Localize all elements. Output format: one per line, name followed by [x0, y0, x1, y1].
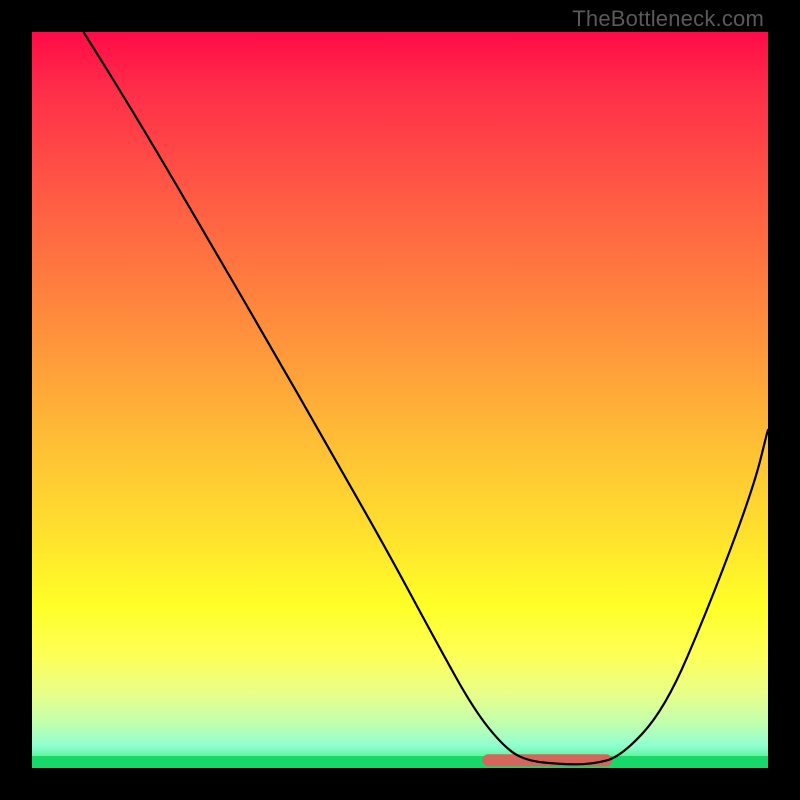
chart-container: TheBottleneck.com [0, 0, 800, 800]
curve-svg [32, 32, 768, 768]
plot-area [32, 32, 768, 768]
bottleneck-curve-line [84, 32, 769, 764]
watermark-text: TheBottleneck.com [572, 6, 764, 32]
